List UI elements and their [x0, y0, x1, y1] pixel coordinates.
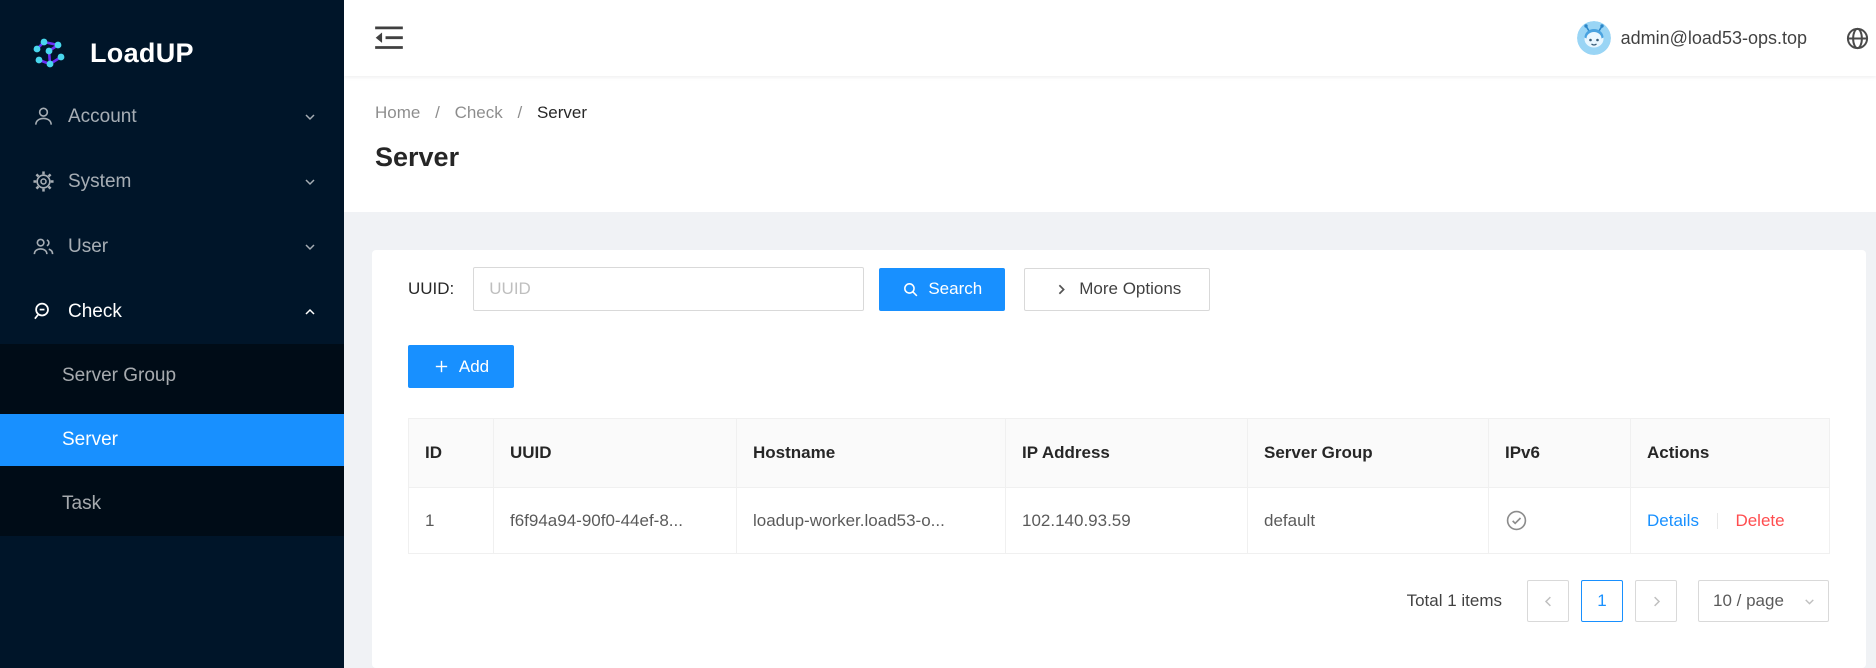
- page-size-label: 10 / page: [1713, 591, 1784, 611]
- sidebar-item-server[interactable]: Server: [0, 414, 344, 466]
- action-divider: [1717, 513, 1718, 529]
- sidebar-menu: Account System: [0, 84, 344, 536]
- sidebar-item-label: Account: [68, 106, 137, 128]
- sidebar-item-label: Task: [62, 493, 101, 515]
- cell-server-group: default: [1248, 488, 1489, 554]
- sidebar-item-label: User: [68, 236, 108, 258]
- breadcrumb-separator: /: [435, 103, 440, 122]
- breadcrumb: Home / Check / Server: [375, 103, 1876, 123]
- sidebar-item-user[interactable]: User: [0, 214, 344, 279]
- cell-hostname: loadup-worker.load53-o...: [737, 488, 1006, 554]
- page-size-select[interactable]: 10 / page: [1698, 580, 1829, 622]
- sidebar: LoadUP Account: [0, 0, 344, 668]
- search-icon: [902, 281, 919, 298]
- user-icon: [32, 105, 55, 128]
- chevron-down-icon: [302, 174, 318, 190]
- cell-actions: Details Delete: [1631, 488, 1830, 554]
- sidebar-item-label: Server: [62, 429, 118, 451]
- chevron-down-icon: [302, 239, 318, 255]
- cell-ipv6: [1489, 488, 1631, 554]
- add-button-label: Add: [459, 357, 489, 377]
- menu-fold-icon[interactable]: [374, 25, 404, 51]
- topbar-user-area: admin@load53-ops.top: [1577, 21, 1870, 55]
- magnifier-icon: [32, 300, 55, 323]
- chevron-right-icon: [1649, 594, 1664, 609]
- avatar[interactable]: [1577, 21, 1611, 55]
- details-link[interactable]: Details: [1647, 511, 1699, 530]
- sidebar-item-task[interactable]: Task: [0, 472, 344, 536]
- uuid-input[interactable]: [473, 267, 864, 311]
- chevron-down-icon: [302, 109, 318, 125]
- sidebar-item-server-group[interactable]: Server Group: [0, 344, 344, 408]
- table-header-row: ID UUID Hostname IP Address Server Group…: [409, 419, 1830, 488]
- sidebar-item-system[interactable]: System: [0, 149, 344, 214]
- col-header-hostname: Hostname: [737, 419, 1006, 488]
- more-options-button[interactable]: More Options: [1024, 268, 1210, 311]
- network-graph-icon: [32, 37, 68, 69]
- col-header-ip: IP Address: [1006, 419, 1248, 488]
- uuid-label: UUID:: [408, 279, 454, 299]
- chevron-right-icon: [1053, 281, 1070, 298]
- add-button[interactable]: Add: [408, 345, 514, 388]
- col-header-id: ID: [409, 419, 494, 488]
- sidebar-item-label: Check: [68, 301, 122, 323]
- col-header-ipv6: IPv6: [1489, 419, 1631, 488]
- breadcrumb-home[interactable]: Home: [375, 103, 420, 122]
- team-icon: [32, 235, 55, 258]
- pagination-total: Total 1 items: [1407, 591, 1502, 611]
- breadcrumb-check[interactable]: Check: [455, 103, 503, 122]
- table-row: 1 f6f94a94-90f0-44ef-8... loadup-worker.…: [409, 488, 1830, 554]
- pagination-next-button[interactable]: [1635, 580, 1677, 622]
- globe-icon[interactable]: [1845, 26, 1870, 51]
- plus-icon: [433, 358, 450, 375]
- sidebar-item-label: Server Group: [62, 365, 176, 387]
- check-circle-icon: [1505, 509, 1528, 532]
- col-header-server-group: Server Group: [1248, 419, 1489, 488]
- main-area: admin@load53-ops.top Home / Check / Serv…: [344, 0, 1876, 668]
- sidebar-item-check[interactable]: Check: [0, 279, 344, 344]
- pagination-prev-button[interactable]: [1527, 580, 1569, 622]
- app-logo: LoadUP: [0, 0, 344, 84]
- sidebar-item-account[interactable]: Account: [0, 84, 344, 149]
- pagination: Total 1 items 1 10 / page: [408, 580, 1829, 622]
- page-header: Home / Check / Server Server: [344, 76, 1876, 212]
- chevron-down-icon: [1803, 595, 1816, 608]
- app-root: LoadUP Account: [0, 0, 1876, 668]
- cell-id: 1: [409, 488, 494, 554]
- delete-link[interactable]: Delete: [1735, 511, 1784, 530]
- col-header-uuid: UUID: [494, 419, 737, 488]
- breadcrumb-separator: /: [517, 103, 522, 122]
- topbar: admin@load53-ops.top: [344, 0, 1876, 76]
- col-header-actions: Actions: [1631, 419, 1830, 488]
- filter-row: UUID: Search More Options: [408, 267, 1830, 311]
- pagination-page-1[interactable]: 1: [1581, 580, 1623, 622]
- check-submenu: Server Group Server Task: [0, 344, 344, 536]
- content-card: UUID: Search More Options: [372, 250, 1866, 668]
- user-email[interactable]: admin@load53-ops.top: [1621, 28, 1807, 49]
- page-title: Server: [375, 142, 1876, 173]
- content-area: UUID: Search More Options: [344, 212, 1876, 668]
- sidebar-item-label: System: [68, 171, 131, 193]
- cell-uuid: f6f94a94-90f0-44ef-8...: [494, 488, 737, 554]
- chevron-left-icon: [1541, 594, 1556, 609]
- breadcrumb-current: Server: [537, 103, 587, 122]
- search-button-label: Search: [928, 279, 982, 299]
- app-title: LoadUP: [90, 38, 194, 69]
- server-table: ID UUID Hostname IP Address Server Group…: [408, 418, 1830, 554]
- gear-icon: [32, 170, 55, 193]
- more-options-label: More Options: [1079, 279, 1181, 299]
- search-button[interactable]: Search: [879, 268, 1005, 311]
- chevron-up-icon: [302, 304, 318, 320]
- cell-ip-address: 102.140.93.59: [1006, 488, 1248, 554]
